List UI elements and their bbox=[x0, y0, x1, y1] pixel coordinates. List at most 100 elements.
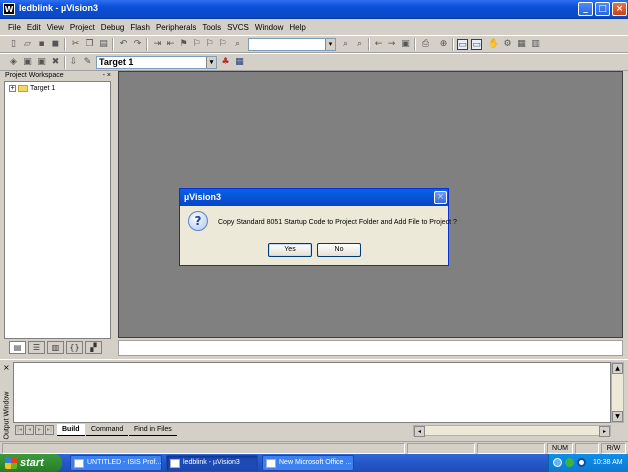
tab-command[interactable]: Command bbox=[86, 424, 129, 436]
hand-icon[interactable]: ✋ bbox=[488, 39, 499, 50]
bookmark-prev-icon[interactable]: ⚐ bbox=[191, 39, 202, 50]
stop-build-icon[interactable]: ✖ bbox=[50, 57, 61, 68]
books-tab-icon[interactable]: ▥ bbox=[47, 341, 64, 354]
dialog-title[interactable]: µVision3 bbox=[180, 189, 448, 206]
zoom-icon[interactable]: ⊕ bbox=[438, 39, 449, 50]
project-tree[interactable]: + Target 1 bbox=[4, 81, 111, 339]
compile-icon[interactable]: ◈ bbox=[8, 57, 19, 68]
find-icon[interactable]: ⌕ bbox=[340, 39, 351, 50]
start-button[interactable]: start bbox=[0, 454, 62, 472]
menu-peripherals[interactable]: Peripherals bbox=[153, 23, 199, 32]
output-side-bar: × Output Window bbox=[0, 361, 12, 440]
unindent-icon[interactable]: ⇤ bbox=[165, 39, 176, 50]
menu-help[interactable]: Help bbox=[286, 23, 308, 32]
find-combo[interactable]: ▾ bbox=[248, 38, 336, 51]
bookmark-next-icon[interactable]: ⚐ bbox=[204, 39, 215, 50]
no-button[interactable]: No bbox=[317, 243, 361, 257]
first-tab-icon[interactable]: |◂ bbox=[15, 425, 24, 435]
dialog-close-button[interactable]: × bbox=[434, 191, 447, 204]
tree-item-target[interactable]: + Target 1 bbox=[9, 85, 55, 92]
output-text-area[interactable] bbox=[13, 362, 611, 423]
find-in-files-icon[interactable]: ⌕ bbox=[232, 39, 243, 50]
components-icon[interactable]: ♣ bbox=[220, 57, 231, 68]
save-icon[interactable]: ▪ bbox=[36, 39, 47, 50]
scroll-left-icon[interactable]: ◂ bbox=[414, 426, 425, 437]
print-icon[interactable]: ⎙ bbox=[420, 39, 431, 50]
chevron-down-icon[interactable]: ▾ bbox=[325, 39, 335, 50]
menu-flash[interactable]: Flash bbox=[127, 23, 153, 32]
project-workspace-panel: Project Workspace - × + Target 1 ▤ ☰ ▥ {… bbox=[3, 71, 114, 356]
taskbar-item-uvision[interactable]: ledblink - µVision3 bbox=[166, 455, 258, 471]
output-vertical-scrollbar[interactable]: ▲ ▼ bbox=[611, 362, 624, 423]
workspace-window-icon[interactable]: ▭ bbox=[457, 39, 468, 50]
tab-build[interactable]: Build bbox=[57, 424, 85, 436]
minimize-button[interactable]: _ bbox=[578, 2, 593, 16]
download-icon[interactable]: ⇩ bbox=[68, 57, 79, 68]
toolbar-separator bbox=[64, 56, 66, 69]
status-num: NUM bbox=[547, 443, 573, 454]
menu-tools[interactable]: Tools bbox=[199, 23, 224, 32]
menu-window[interactable]: Window bbox=[252, 23, 286, 32]
functions-tab-icon[interactable]: {} bbox=[66, 341, 83, 354]
taskbar-item-isis[interactable]: UNTITLED - ISIS Prof... bbox=[70, 455, 162, 471]
files-tab-icon[interactable]: ▤ bbox=[9, 341, 26, 354]
app-icon[interactable]: W bbox=[3, 3, 15, 15]
menu-project[interactable]: Project bbox=[67, 23, 98, 32]
last-tab-icon[interactable]: ▸| bbox=[45, 425, 54, 435]
expand-icon[interactable]: + bbox=[9, 85, 16, 92]
copy-icon[interactable]: ❐ bbox=[84, 39, 95, 50]
incremental-find-icon[interactable]: ⌕ bbox=[354, 39, 365, 50]
update-icon[interactable] bbox=[577, 458, 586, 467]
file-toolbar: ▯ ▱ ▪ ◼ ✂ ❐ ▤ ↶ ↷ ⇥ ⇤ ⚑ ⚐ ⚐ ⚐ ⌕ ▾ ⌕ ⌕ ← … bbox=[0, 35, 628, 53]
options-icon[interactable]: ▦ bbox=[516, 39, 527, 50]
build-icon[interactable]: ▣ bbox=[22, 57, 33, 68]
redo-icon[interactable]: ↷ bbox=[132, 39, 143, 50]
clock[interactable]: 10:38 AM bbox=[593, 454, 623, 472]
source-browser-icon[interactable]: ▣ bbox=[400, 39, 411, 50]
tab-find-in-files[interactable]: Find in Files bbox=[129, 424, 177, 436]
undo-icon[interactable]: ↶ bbox=[118, 39, 129, 50]
network-icon[interactable] bbox=[553, 458, 562, 467]
output-horizontal-scrollbar[interactable]: ◂ ▸ bbox=[413, 425, 611, 437]
target-select[interactable]: Target 1 ▾ bbox=[96, 56, 217, 69]
output-tabs: |◂ ◂ ▸ ▸| Build Command Find in Files bbox=[13, 424, 413, 436]
menu-view[interactable]: View bbox=[44, 23, 67, 32]
close-button[interactable]: × bbox=[612, 2, 627, 16]
taskbar-item-office[interactable]: New Microsoft Office ... bbox=[262, 455, 354, 471]
menu-edit[interactable]: Edit bbox=[24, 23, 44, 32]
paste-icon[interactable]: ▤ bbox=[98, 39, 109, 50]
books-icon[interactable]: ▦ bbox=[234, 57, 245, 68]
title-bar[interactable]: W ledblink - µVision3 _ □ × bbox=[0, 0, 628, 19]
regs-tab-icon[interactable]: ☰ bbox=[28, 341, 45, 354]
next-tab-icon[interactable]: ▸ bbox=[35, 425, 44, 435]
scroll-up-icon[interactable]: ▲ bbox=[612, 363, 623, 374]
bookmark-clear-icon[interactable]: ⚐ bbox=[217, 39, 228, 50]
bookmark-toggle-icon[interactable]: ⚑ bbox=[178, 39, 189, 50]
chevron-down-icon[interactable]: ▾ bbox=[206, 57, 216, 68]
target-options-icon[interactable]: ✎ bbox=[82, 57, 93, 68]
system-tray: 10:38 AM bbox=[548, 454, 628, 472]
save-all-icon[interactable]: ◼ bbox=[50, 39, 61, 50]
scroll-down-icon[interactable]: ▼ bbox=[612, 411, 623, 422]
prev-tab-icon[interactable]: ◂ bbox=[25, 425, 34, 435]
templates-tab-icon[interactable]: ▞ bbox=[85, 341, 102, 354]
workspace-controls[interactable]: - × bbox=[103, 71, 111, 81]
cut-icon[interactable]: ✂ bbox=[70, 39, 81, 50]
rebuild-icon[interactable]: ▣ bbox=[36, 57, 47, 68]
security-icon[interactable] bbox=[565, 458, 574, 467]
new-file-icon[interactable]: ▯ bbox=[8, 39, 19, 50]
indent-icon[interactable]: ⇥ bbox=[152, 39, 163, 50]
forward-arrow-icon[interactable]: → bbox=[386, 39, 397, 50]
menu-file[interactable]: File bbox=[5, 23, 24, 32]
window-icon[interactable]: ▥ bbox=[530, 39, 541, 50]
back-arrow-icon[interactable]: ← bbox=[373, 39, 384, 50]
menu-debug[interactable]: Debug bbox=[98, 23, 128, 32]
maximize-button[interactable]: □ bbox=[595, 2, 610, 16]
scroll-right-icon[interactable]: ▸ bbox=[599, 426, 610, 437]
menu-svcs[interactable]: SVCS bbox=[224, 23, 252, 32]
output-window-icon[interactable]: ▭ bbox=[471, 39, 482, 50]
yes-button[interactable]: Yes bbox=[268, 243, 312, 257]
configure-icon[interactable]: ⚙ bbox=[502, 39, 513, 50]
status-bar: NUM R/W bbox=[0, 441, 628, 454]
open-file-icon[interactable]: ▱ bbox=[22, 39, 33, 50]
